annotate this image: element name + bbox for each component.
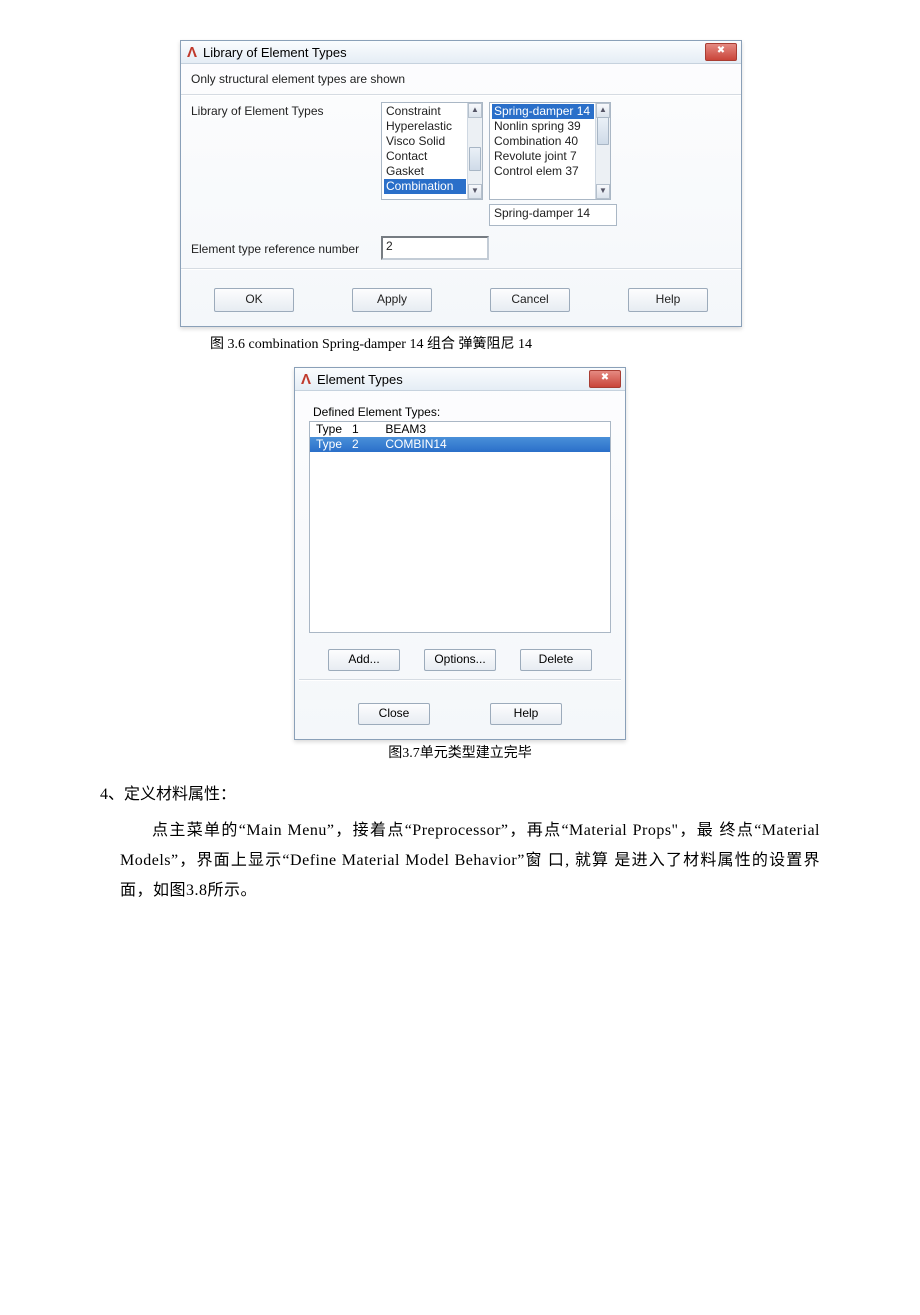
section-heading: 4、定义材料属性： [100,780,860,804]
divider [299,679,621,681]
body-paragraph: 点主菜单的“Main Menu”，接着点“Preprocessor”，再点“Ma… [120,816,820,906]
list-item-selected[interactable]: Spring-damper 14 [492,104,594,119]
library-label: Library of Element Types [191,102,381,118]
add-button[interactable]: Add... [328,649,400,671]
list-item-selected[interactable]: Combination [384,179,466,194]
list-item[interactable]: Constraint [384,104,466,119]
scroll-down-icon[interactable]: ▼ [468,184,482,199]
dialog2-title: Element Types [317,372,403,387]
list-item[interactable]: Nonlin spring 39 [492,119,594,134]
reference-number-label: Element type reference number [191,240,381,256]
dialog1-titlebar: Λ Library of Element Types ✖ [181,41,741,64]
app-logo-icon: Λ [301,371,311,388]
list-item[interactable]: Hyperelastic [384,119,466,134]
defined-types-listbox[interactable]: Type 1 BEAM3 Type 2 COMBIN14 [309,421,611,633]
list-item[interactable]: Revolute joint 7 [492,149,594,164]
category-listbox[interactable]: Constraint Hyperelastic Visco Solid Cont… [381,102,483,200]
info-text: Only structural element types are shown [191,72,731,86]
help-button[interactable]: Help [628,288,708,312]
reference-number-input[interactable]: 2 [381,236,489,260]
scroll-up-icon[interactable]: ▲ [596,103,610,118]
apply-button[interactable]: Apply [352,288,432,312]
divider [181,268,741,270]
close-icon[interactable]: ✖ [705,43,737,61]
library-element-types-dialog: Λ Library of Element Types ✖ Only struct… [180,40,742,327]
list-item-selected[interactable]: Type 2 COMBIN14 [310,437,610,452]
scroll-thumb[interactable] [469,147,481,171]
selection-readout: Spring-damper 14 [489,204,617,226]
scrollbar[interactable]: ▲ ▼ [467,103,482,199]
list-item[interactable]: Visco Solid [384,134,466,149]
dialog1-title: Library of Element Types [203,45,347,60]
ok-button[interactable]: OK [214,288,294,312]
close-icon[interactable]: ✖ [589,370,621,388]
app-logo-icon: Λ [187,44,197,61]
list-item[interactable]: Control elem 37 [492,164,594,179]
figure-caption-3-6: 图 3.6 combination Spring-damper 14 组合 弹簧… [210,333,860,353]
scroll-thumb[interactable] [597,117,609,145]
options-button[interactable]: Options... [424,649,496,671]
scroll-down-icon[interactable]: ▼ [596,184,610,199]
divider [181,94,741,96]
close-button[interactable]: Close [358,703,430,725]
defined-types-label: Defined Element Types: [313,405,611,419]
list-item[interactable]: Combination 40 [492,134,594,149]
list-item[interactable]: Type 1 BEAM3 [310,422,610,437]
element-types-dialog: Λ Element Types ✖ Defined Element Types:… [294,367,626,740]
cancel-button[interactable]: Cancel [490,288,570,312]
delete-button[interactable]: Delete [520,649,592,671]
scroll-up-icon[interactable]: ▲ [468,103,482,118]
list-item[interactable]: Gasket [384,164,466,179]
element-listbox[interactable]: Spring-damper 14 Nonlin spring 39 Combin… [489,102,611,200]
help-button[interactable]: Help [490,703,562,725]
dialog2-titlebar: Λ Element Types ✖ [295,368,625,391]
figure-caption-3-7: 图3.7单元类型建立完毕 [60,742,860,762]
list-item[interactable]: Contact [384,149,466,164]
scrollbar[interactable]: ▲ ▼ [595,103,610,199]
